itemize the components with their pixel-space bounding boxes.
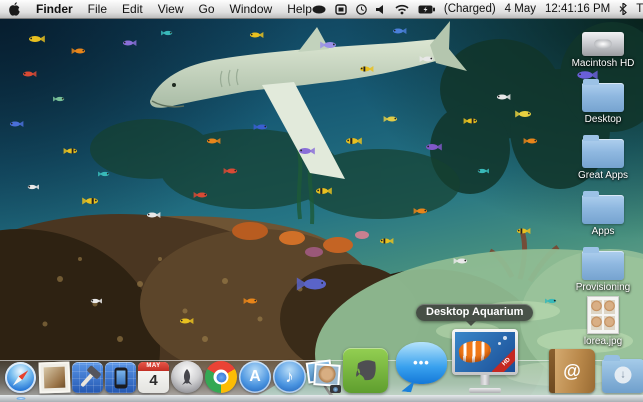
user-switch-menu[interactable]: Tibi <box>636 3 643 15</box>
portrait-thumbnail <box>591 316 602 330</box>
menu-bar: Finder File Edit View Go Window Help (Ch… <box>0 0 643 19</box>
dock-item-chrome[interactable] <box>205 361 237 393</box>
oval-status-icon[interactable] <box>312 5 326 14</box>
chrome-icon <box>205 361 237 393</box>
calendar-icon: MAY 4 <box>138 362 169 393</box>
menu-view[interactable]: View <box>158 2 184 16</box>
menu-finder[interactable]: Finder <box>36 2 73 16</box>
dock-tooltip: Desktop Aquarium <box>416 304 533 321</box>
portrait-thumbnail <box>604 300 615 314</box>
wifi-icon[interactable] <box>395 4 409 15</box>
calendar-month: MAY <box>138 362 169 371</box>
time-machine-icon[interactable] <box>356 4 367 15</box>
simulator-iphone-icon <box>105 362 136 393</box>
evernote-elephant-icon <box>343 348 388 393</box>
itunes-note-icon: ♪ <box>273 360 306 393</box>
messages-dots: ••• <box>396 342 447 384</box>
dock-item-desktop-aquarium[interactable]: HD <box>452 329 518 393</box>
xcode-hammer-icon <box>72 362 103 393</box>
display-status-icon[interactable] <box>335 4 347 15</box>
photo-file-icon <box>587 296 619 334</box>
bluetooth-icon[interactable] <box>619 3 627 15</box>
app-store-icon: A <box>239 361 271 393</box>
volume-icon[interactable] <box>376 4 386 15</box>
dock-item-app-store[interactable]: A <box>239 361 271 393</box>
dock-item-downloads-folder[interactable]: ↓ <box>602 359 643 393</box>
desktop-icon-label: Apps <box>566 226 640 237</box>
dock-item-launchpad[interactable] <box>171 361 203 393</box>
download-arrow-icon: ↓ <box>615 367 632 384</box>
address-book-icon: @ <box>549 349 595 393</box>
dock-item-ios-simulator[interactable] <box>105 362 136 393</box>
menu-help[interactable]: Help <box>287 2 312 16</box>
menu-edit[interactable]: Edit <box>122 2 143 16</box>
desktop-icon-lorea-jpg[interactable]: lorea.jpg <box>566 300 640 347</box>
dock-item-itunes[interactable]: ♪ <box>273 360 306 393</box>
battery-status-text[interactable]: (Charged) <box>444 3 496 15</box>
desktop-icon-label: Great Apps <box>566 170 640 181</box>
menu-date[interactable]: 4 May <box>505 3 536 15</box>
camera-icon <box>330 385 341 393</box>
dock-item-mail[interactable] <box>39 362 70 393</box>
dock-item-safari[interactable] <box>5 362 36 393</box>
apple-menu-icon[interactable] <box>8 2 21 17</box>
aquarium-wallpaper <box>0 19 643 402</box>
desktop-icon-label: Provisioning <box>566 282 640 293</box>
calendar-day: 4 <box>138 371 169 391</box>
running-indicator <box>16 397 25 400</box>
desktop-icon-great-apps[interactable]: Great Apps <box>566 134 640 181</box>
battery-icon[interactable] <box>418 5 435 14</box>
desktop-icon-macintosh-hd[interactable]: Macintosh HD <box>566 22 640 69</box>
photo-booth-icon <box>307 359 341 393</box>
folder-icon <box>582 251 624 280</box>
downloads-folder-icon: ↓ <box>602 359 643 393</box>
messages-bubble-icon: ••• <box>396 342 447 393</box>
folder-icon <box>582 139 624 168</box>
dock-item-evernote[interactable] <box>343 348 388 393</box>
portrait-thumbnail <box>591 300 602 314</box>
desktop-screen: Finder File Edit View Go Window Help (Ch… <box>0 0 643 402</box>
clownfish-icon <box>458 339 493 364</box>
menu-time[interactable]: 12:41:16 PM <box>545 3 610 15</box>
dock-item-xcode[interactable] <box>72 362 103 393</box>
menu-go[interactable]: Go <box>199 2 215 16</box>
desktop-icon-label: Macintosh HD <box>566 58 640 69</box>
folder-icon <box>582 83 624 112</box>
desktop-icon-desktop-folder[interactable]: Desktop <box>566 78 640 125</box>
desktop-icon-apps[interactable]: Apps <box>566 190 640 237</box>
desktop-icon-provisioning[interactable]: Provisioning <box>566 246 640 293</box>
aquarium-monitor-icon: HD <box>452 329 518 393</box>
hard-drive-icon <box>582 32 624 56</box>
safari-compass-icon <box>5 362 36 393</box>
dock-item-address-book[interactable]: @ <box>549 349 595 393</box>
portrait-thumbnail <box>604 316 615 330</box>
hd-ribbon: HD <box>492 347 515 372</box>
menu-file[interactable]: File <box>88 2 107 16</box>
rocket-icon <box>171 361 203 393</box>
dock-item-photo-booth[interactable] <box>307 359 341 393</box>
dock-item-messages[interactable]: ••• <box>396 342 447 393</box>
dock-item-calendar[interactable]: MAY 4 <box>138 362 169 393</box>
folder-icon <box>582 195 624 224</box>
desktop-icon-label: Desktop <box>566 114 640 125</box>
mail-stamp-icon <box>38 361 70 393</box>
desktop-icon-label: lorea.jpg <box>566 336 640 347</box>
menu-window[interactable]: Window <box>230 2 273 16</box>
